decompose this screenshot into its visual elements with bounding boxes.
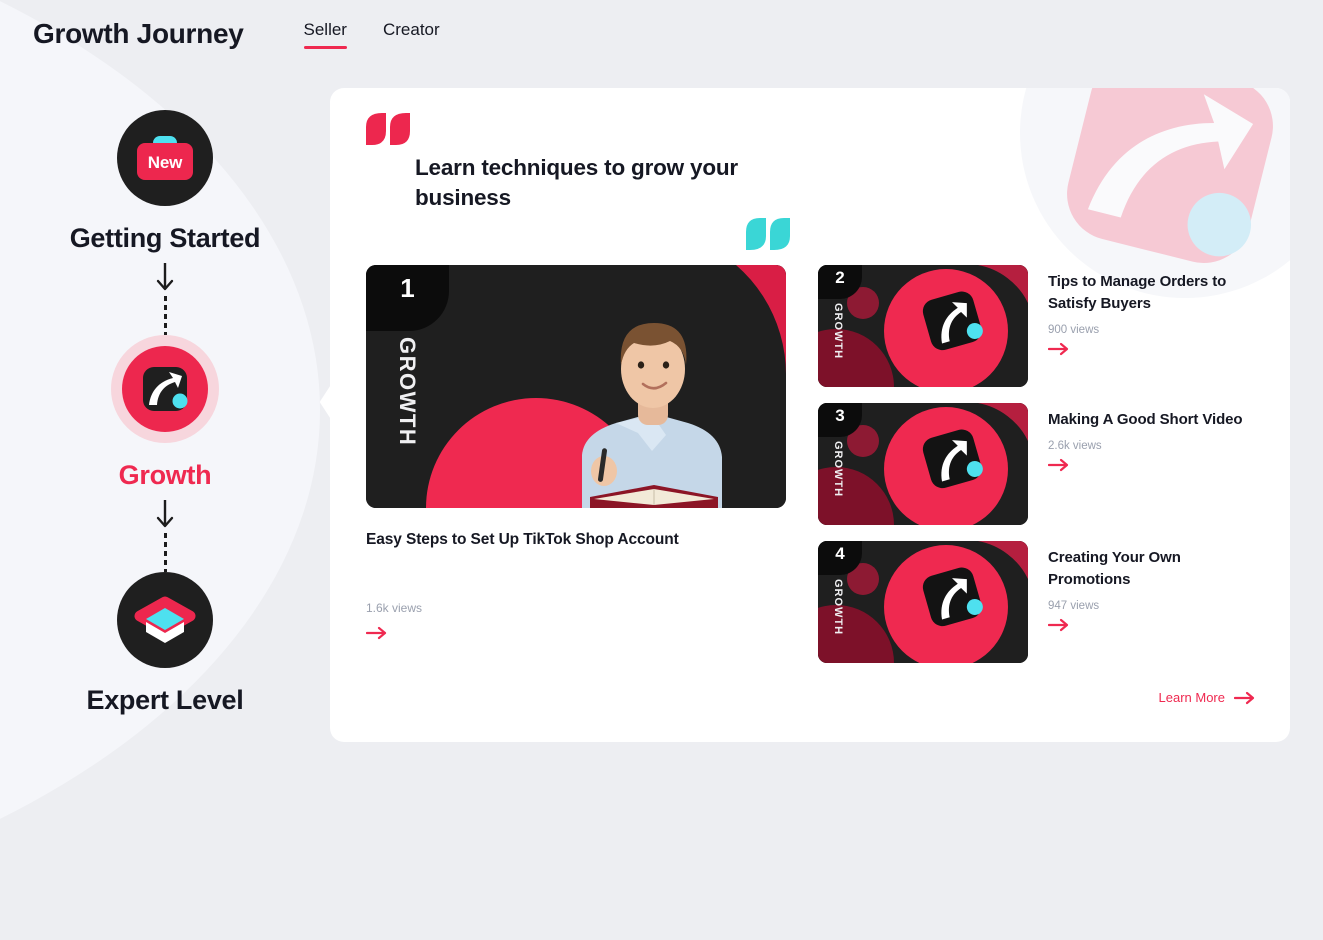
page-header: Growth Journey Seller Creator	[0, 0, 1323, 68]
list-item[interactable]: 4 GROWTH Creating Your Own Promotions 94…	[818, 541, 1256, 663]
quote-close-icon	[746, 218, 790, 250]
journey-step-expert-level[interactable]: Expert Level	[87, 572, 244, 716]
list-item-thumbnail[interactable]: 4 GROWTH	[818, 541, 1028, 663]
list-item-thumbnail[interactable]: 3 GROWTH	[818, 403, 1028, 525]
list-item-meta: Tips to Manage Orders to Satisfy Buyers …	[1048, 265, 1256, 387]
list-item-title[interactable]: Making A Good Short Video	[1048, 409, 1256, 431]
featured-thumb-label: GROWTH	[395, 337, 420, 447]
featured-thumbnail[interactable]: 1 GROWTH	[366, 265, 786, 508]
list-item-views: 2.6k views	[1048, 439, 1102, 452]
list-item-go-arrow-icon[interactable]	[1048, 617, 1070, 633]
list-item-thumbnail[interactable]: 2 GROWTH	[818, 265, 1028, 387]
list-item-go-arrow-icon[interactable]	[1048, 341, 1070, 357]
journey-connector-2	[155, 500, 175, 572]
learn-more-label: Learn More	[1158, 690, 1225, 705]
learn-more-arrow-icon	[1234, 691, 1255, 704]
list-item[interactable]: 3 GROWTH Making A Good Short Video 2.6k …	[818, 403, 1256, 525]
list-item-meta: Creating Your Own Promotions 947 views	[1048, 541, 1256, 663]
card-headline-block: Learn techniques to grow your business	[366, 113, 836, 250]
list-item-title[interactable]: Creating Your Own Promotions	[1048, 547, 1256, 591]
featured-title[interactable]: Easy Steps to Set Up TikTok Shop Account	[366, 531, 786, 549]
journey-step-label-getting-started: Getting Started	[69, 223, 261, 253]
new-badge-text: New	[147, 153, 183, 172]
quote-open-icon	[366, 113, 410, 145]
new-briefcase-icon: New	[136, 136, 193, 180]
growth-arrow-icon	[143, 367, 188, 411]
growth-badge-inner	[122, 346, 208, 432]
tab-creator[interactable]: Creator	[383, 20, 440, 49]
getting-started-badge[interactable]: New	[116, 110, 213, 206]
expert-level-badge[interactable]	[116, 572, 213, 668]
down-arrow-icon	[156, 263, 174, 291]
card-content: 1 GROWTH Easy Steps to Set Up TikTok Sho…	[366, 265, 1256, 663]
content-card: Learn techniques to grow your business 1…	[330, 88, 1290, 742]
page-title: Growth Journey	[33, 18, 244, 49]
list-item-go-arrow-icon[interactable]	[1048, 457, 1070, 473]
list-item-thumb-label: GROWTH	[832, 303, 844, 360]
tab-bar: Seller Creator	[303, 20, 440, 49]
journey-step-label-growth: Growth	[118, 460, 212, 490]
journey-step-label-expert-level: Expert Level	[86, 685, 244, 715]
list-item-thumb-label: GROWTH	[832, 579, 844, 636]
dotted-connector	[163, 296, 167, 335]
card-headline: Learn techniques to grow your business	[415, 155, 738, 211]
journey-rail: New Getting Started Growth Expert Level	[0, 110, 330, 716]
growth-badge-ring[interactable]	[111, 335, 219, 443]
dotted-connector-2	[163, 533, 167, 572]
featured-go-arrow-icon[interactable]	[366, 625, 388, 641]
journey-connector-1	[155, 263, 175, 335]
layers-stack-icon	[134, 596, 196, 643]
list-item-meta: Making A Good Short Video 2.6k views	[1048, 403, 1256, 525]
tab-seller[interactable]: Seller	[303, 20, 348, 49]
list-item-thumb-label: GROWTH	[832, 441, 844, 498]
list-item-views: 900 views	[1048, 323, 1100, 336]
featured-views: 1.6k views	[366, 601, 423, 615]
briefcase-body: New	[136, 143, 193, 180]
list-item-views: 947 views	[1048, 599, 1100, 612]
watermark-growth-arrow-icon	[1067, 88, 1273, 263]
lesson-list: 2 GROWTH Tips to Manage Orders to Satisf…	[818, 265, 1256, 663]
learn-more-link[interactable]: Learn More	[1159, 690, 1256, 705]
list-item-title[interactable]: Tips to Manage Orders to Satisfy Buyers	[1048, 271, 1256, 315]
list-item[interactable]: 2 GROWTH Tips to Manage Orders to Satisf…	[818, 265, 1256, 387]
featured-lesson[interactable]: 1 GROWTH Easy Steps to Set Up TikTok Sho…	[366, 265, 786, 663]
card-pointer-notch	[320, 380, 334, 424]
journey-step-growth[interactable]: Growth	[111, 335, 219, 491]
journey-step-getting-started[interactable]: New Getting Started	[70, 110, 261, 254]
down-arrow-icon-2	[156, 500, 174, 528]
